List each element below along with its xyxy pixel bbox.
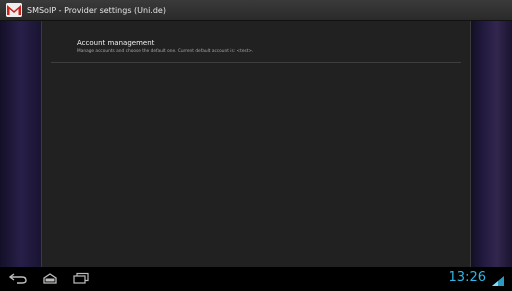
settings-panel: Account management Manage accounts and c…: [41, 21, 471, 267]
gmail-envelope-icon[interactable]: [6, 3, 22, 17]
pref-account-management[interactable]: Account management Manage accounts and c…: [51, 34, 461, 63]
app-title: SMSoIP - Provider settings (Uni.de): [27, 5, 166, 15]
pref-title: Account management: [77, 39, 155, 47]
status-clock[interactable]: 13:26: [449, 270, 486, 285]
wifi-icon[interactable]: [490, 272, 506, 286]
home-icon[interactable]: [40, 272, 60, 284]
navigation-bar: 13:26: [0, 267, 512, 288]
pref-summary: Manage accounts and choose the default o…: [77, 49, 254, 54]
title-bar: SMSoIP - Provider settings (Uni.de): [0, 0, 512, 21]
back-icon[interactable]: [8, 272, 28, 284]
recent-apps-icon[interactable]: [71, 272, 91, 284]
